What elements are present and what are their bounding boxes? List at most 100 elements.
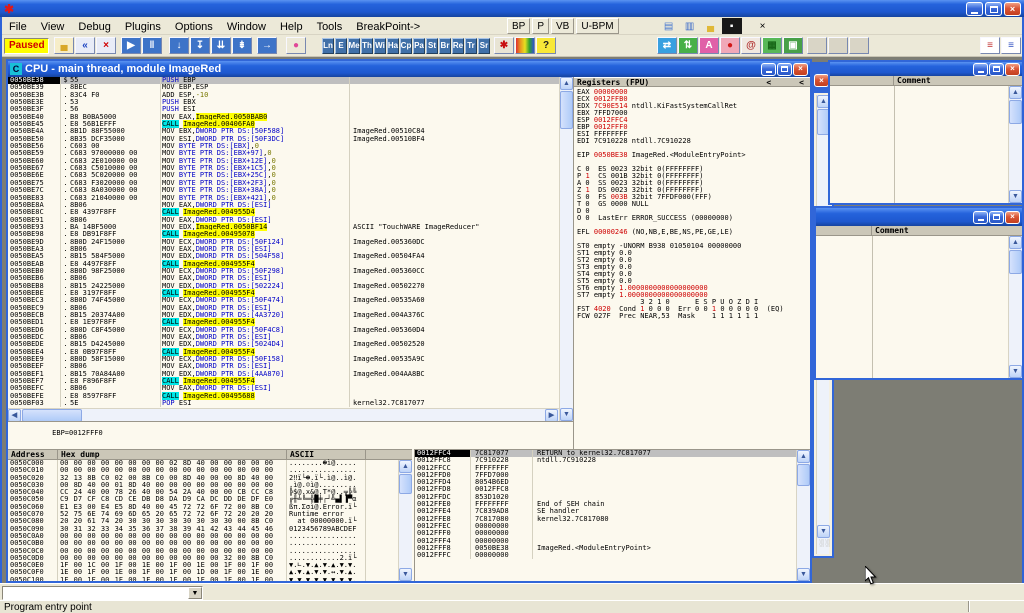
menu-item-view[interactable]: View — [34, 19, 72, 35]
maximize-button[interactable] — [777, 63, 792, 76]
registers-pane[interactable]: Registers (FPU) < < EAX 00000000ECX 0012… — [573, 77, 810, 449]
close-icon[interactable]: × — [1005, 63, 1020, 76]
empty-slot-2[interactable] — [828, 37, 848, 54]
letter-button-Ln[interactable]: Ln — [322, 38, 334, 54]
minimize-button[interactable] — [973, 63, 988, 76]
scroll-up-icon[interactable]: ▲ — [560, 77, 573, 90]
appearance-icon[interactable] — [515, 37, 535, 54]
register-row[interactable]: T 0 GS 0000 NULL — [577, 201, 810, 208]
disassembly-pane[interactable]: 0050BE38$55PUSH EBP0050BE39.8BECMOV EBP,… — [8, 77, 559, 408]
letter-button-St[interactable]: St — [426, 38, 438, 54]
scroll-up-icon[interactable]: ▲ — [1009, 236, 1022, 249]
scroll-down-icon[interactable]: ▼ — [560, 408, 573, 421]
sync-icon[interactable]: ⇄ — [657, 37, 677, 54]
letter-button-Re[interactable]: Re — [452, 38, 464, 54]
animate-over-icon[interactable]: ⇟ — [232, 37, 252, 54]
combo-dropdown-icon[interactable]: ▼ — [188, 587, 202, 599]
disasm-row[interactable]: 0050BE3B.83C4 F0ADD ESP,-10 — [8, 92, 559, 99]
letter-button-Pa[interactable]: Pa — [413, 38, 425, 54]
menu-item-breakpoint[interactable]: BreakPoint-> — [349, 19, 427, 35]
letter-button-E[interactable]: E — [335, 38, 347, 54]
minimize-button[interactable] — [966, 2, 983, 16]
spiral-icon[interactable]: @ — [741, 37, 761, 54]
restore-button[interactable] — [985, 2, 1002, 16]
comment-window-2[interactable]: × Comment ▲ ▼ — [814, 206, 1022, 380]
scroll-up-icon[interactable]: ▲ — [797, 450, 810, 463]
letter-button-Ha[interactable]: Ha — [387, 38, 399, 54]
scroll-up-icon[interactable]: ▲ — [399, 460, 412, 473]
scroll-down-icon[interactable]: ▼ — [817, 525, 830, 538]
disasm-row[interactable]: 0050BE83.C683 21040000 00MOV BYTE PTR DS… — [8, 195, 559, 202]
dump-pane[interactable]: Address Hex dump ASCII 0050C00000 00 00 … — [8, 449, 412, 581]
scroll-thumb[interactable] — [797, 464, 810, 486]
close-icon[interactable]: × — [793, 63, 808, 76]
register-row[interactable]: EFL 00000246 (NO,NB,E,BE,NS,PE,GE,LE) — [577, 229, 810, 236]
stack-pane[interactable]: 0012FFC47C817077RETURN to kernel32.7C817… — [414, 449, 810, 581]
scroll-thumb[interactable] — [560, 91, 573, 129]
window-titlebar[interactable]: ✱ × — [0, 0, 1024, 17]
minimize-button[interactable] — [761, 63, 776, 76]
scroll-thumb[interactable] — [1009, 250, 1022, 274]
notes-list-icon[interactable]: ≡ — [1001, 37, 1021, 54]
updown-icon[interactable]: ⇅ — [678, 37, 698, 54]
disasm-row[interactable]: 0050BEC3.8B0D 74F45000MOV ECX,DWORD PTR … — [8, 297, 559, 304]
scroll-down-icon[interactable]: ▼ — [1009, 365, 1022, 378]
scroll-thumb[interactable] — [1009, 100, 1022, 124]
folder-icon[interactable]: ▄ — [701, 18, 721, 34]
scroll-thumb[interactable] — [399, 474, 412, 494]
animate-into-icon[interactable]: ⇊ — [211, 37, 231, 54]
console-icon[interactable]: ▪ — [722, 18, 742, 34]
letter-button-Cp[interactable]: Cp — [400, 38, 412, 54]
register-row[interactable]: O 0 LastErr ERROR_SUCCESS (00000000) — [577, 215, 810, 222]
restart-icon[interactable]: « — [75, 37, 95, 54]
comment-window-2-scrollbar[interactable]: ▲ ▼ — [1008, 236, 1022, 378]
command-combobox[interactable]: ▼ — [2, 586, 203, 600]
disasm-row[interactable]: 0050BEFE.E8 8597F8FFCALL ImageRed.004956… — [8, 393, 559, 400]
disasm-row[interactable]: 0050BE38$55PUSH EBP — [8, 77, 559, 84]
comment-window-1[interactable]: × Comment ▲ ▼ — [828, 60, 1022, 205]
letter-button-Sr[interactable]: Sr — [478, 38, 490, 54]
menu-item-tools[interactable]: Tools — [310, 19, 350, 35]
cpu-titlebar[interactable]: C CPU - main thread, module ImageRed × — [8, 61, 810, 77]
resize-grip[interactable]: ░░ — [819, 540, 831, 547]
register-row[interactable]: EIP 0050BE38 ImageRed.<ModuleEntryPoint> — [577, 152, 810, 159]
letter-button-Tr[interactable]: Tr — [465, 38, 477, 54]
scroll-down-icon[interactable]: ▼ — [797, 568, 810, 581]
plugin-button-p[interactable]: P — [532, 18, 549, 34]
register-row[interactable]: EDI 7C910228 ntdll.7C910228 — [577, 138, 810, 145]
letter-button-Th[interactable]: Th — [361, 38, 373, 54]
disasm-row[interactable]: 0050BEB0.8B0D 98F25000MOV ECX,DWORD PTR … — [8, 268, 559, 275]
disassembly-scrollbar[interactable]: ▲ ▼ — [559, 77, 573, 421]
background-window-close-button[interactable]: × — [814, 74, 829, 87]
book-icon[interactable]: ▥ — [680, 18, 700, 34]
disasm-row[interactable]: 0050BEE9.8B0D 58F15000MOV ECX,DWORD PTR … — [8, 356, 559, 363]
close-button[interactable]: × — [1004, 2, 1021, 16]
close-icon[interactable]: × — [1005, 211, 1020, 224]
disasm-row[interactable]: 0050BE3E.53PUSH EBX — [8, 99, 559, 106]
record-icon[interactable]: ● — [720, 37, 740, 54]
execute-till-return-icon[interactable]: → — [257, 37, 277, 54]
letter-button-Br[interactable]: Br — [439, 38, 451, 54]
menu-item-window[interactable]: Window — [220, 19, 273, 35]
register-row[interactable]: FCW 027F Prec NEAR,53 Mask 1 1 1 1 1 1 — [577, 313, 810, 320]
letter-button-Me[interactable]: Me — [348, 38, 360, 54]
window-icon[interactable]: ▣ — [783, 37, 803, 54]
registers-prev-icon[interactable]: < — [766, 78, 771, 86]
options-icon[interactable]: ✱ — [494, 37, 514, 54]
cpu-window[interactable]: C CPU - main thread, module ImageRed × 0… — [6, 59, 812, 583]
disassembly-hscrollbar[interactable]: ◀ ▶ — [8, 408, 559, 421]
empty-slot-3[interactable] — [849, 37, 869, 54]
comment-window-2-titlebar[interactable]: × — [816, 208, 1022, 226]
menu-item-help[interactable]: Help — [273, 19, 310, 35]
step-over-icon[interactable]: ↧ — [190, 37, 210, 54]
memory-map-icon[interactable]: ▦ — [762, 37, 782, 54]
maximize-button[interactable] — [989, 63, 1004, 76]
maximize-button[interactable] — [989, 211, 1004, 224]
scroll-down-icon[interactable]: ▼ — [1009, 190, 1022, 203]
toolbar-close-icon[interactable]: × — [753, 18, 773, 34]
disasm-row[interactable]: 0050BE9D.8B0D 24F15000MOV ECX,DWORD PTR … — [8, 239, 559, 246]
run-icon[interactable]: ▶ — [121, 37, 141, 54]
disasm-row[interactable]: 0050BEF7.E8 F896F8FFCALL ImageRed.004955… — [8, 378, 559, 385]
disasm-row[interactable]: 0050BE8C.E8 4397F8FFCALL ImageRed.004955… — [8, 209, 559, 216]
minimize-button[interactable] — [973, 211, 988, 224]
